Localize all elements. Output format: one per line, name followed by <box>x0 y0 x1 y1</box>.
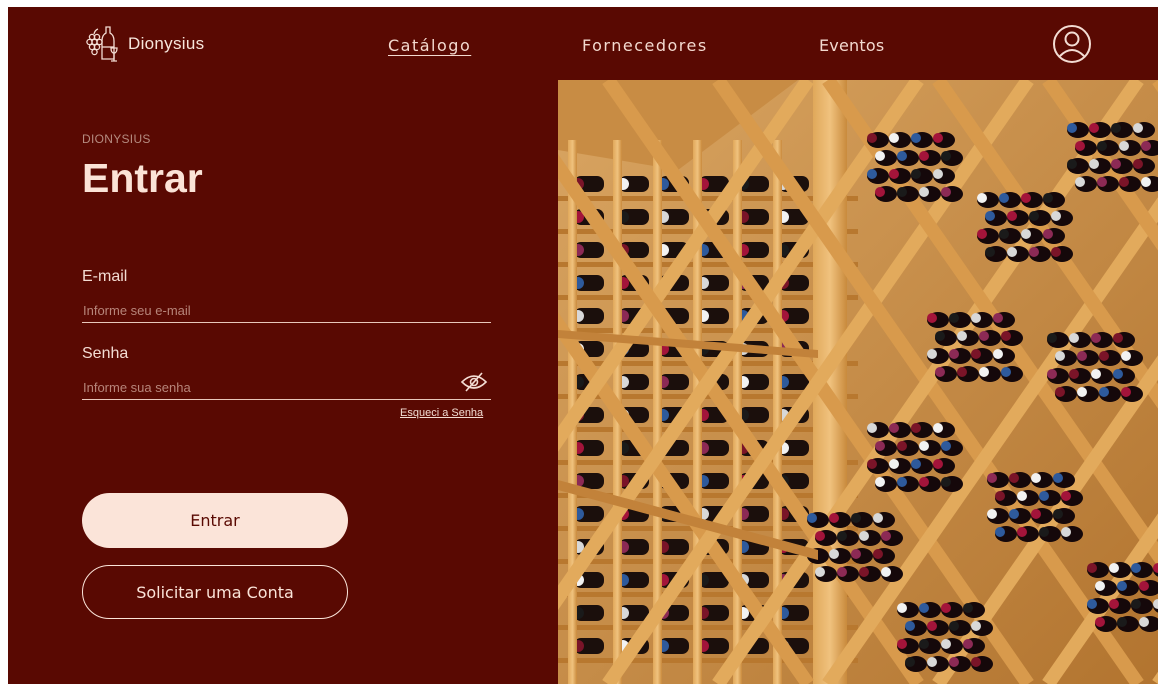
eye-slash-icon <box>460 372 488 392</box>
user-circle-icon <box>1053 25 1091 63</box>
page-title: Entrar <box>82 155 203 201</box>
password-field[interactable] <box>82 376 491 400</box>
wine-cellar-photo <box>558 80 1158 684</box>
email-field[interactable] <box>82 299 491 323</box>
wine-grapes-logo-icon <box>86 26 118 62</box>
profile-button[interactable] <box>1052 24 1092 64</box>
email-label: E-mail <box>82 268 128 285</box>
forgot-password-link[interactable]: Esqueci a Senha <box>400 407 483 419</box>
toggle-password-visibility[interactable] <box>460 370 488 394</box>
brand-logo[interactable]: Dionysius <box>84 23 204 65</box>
nav-eventos[interactable]: Eventos <box>819 36 884 55</box>
app-frame: Dionysius Catálogo Fornecedores Eventos … <box>8 7 1158 684</box>
login-button[interactable]: Entrar <box>82 493 348 548</box>
password-label: Senha <box>82 345 129 362</box>
nav-fornecedores[interactable]: Fornecedores <box>582 36 708 55</box>
brand-name: Dionysius <box>128 34 205 53</box>
request-account-button[interactable]: Solicitar uma Conta <box>82 565 348 619</box>
nav-catalogo[interactable]: Catálogo <box>388 36 471 55</box>
eyebrow-label: DIONYSIUS <box>82 132 151 146</box>
wine-cellar-illustration <box>558 80 1158 684</box>
